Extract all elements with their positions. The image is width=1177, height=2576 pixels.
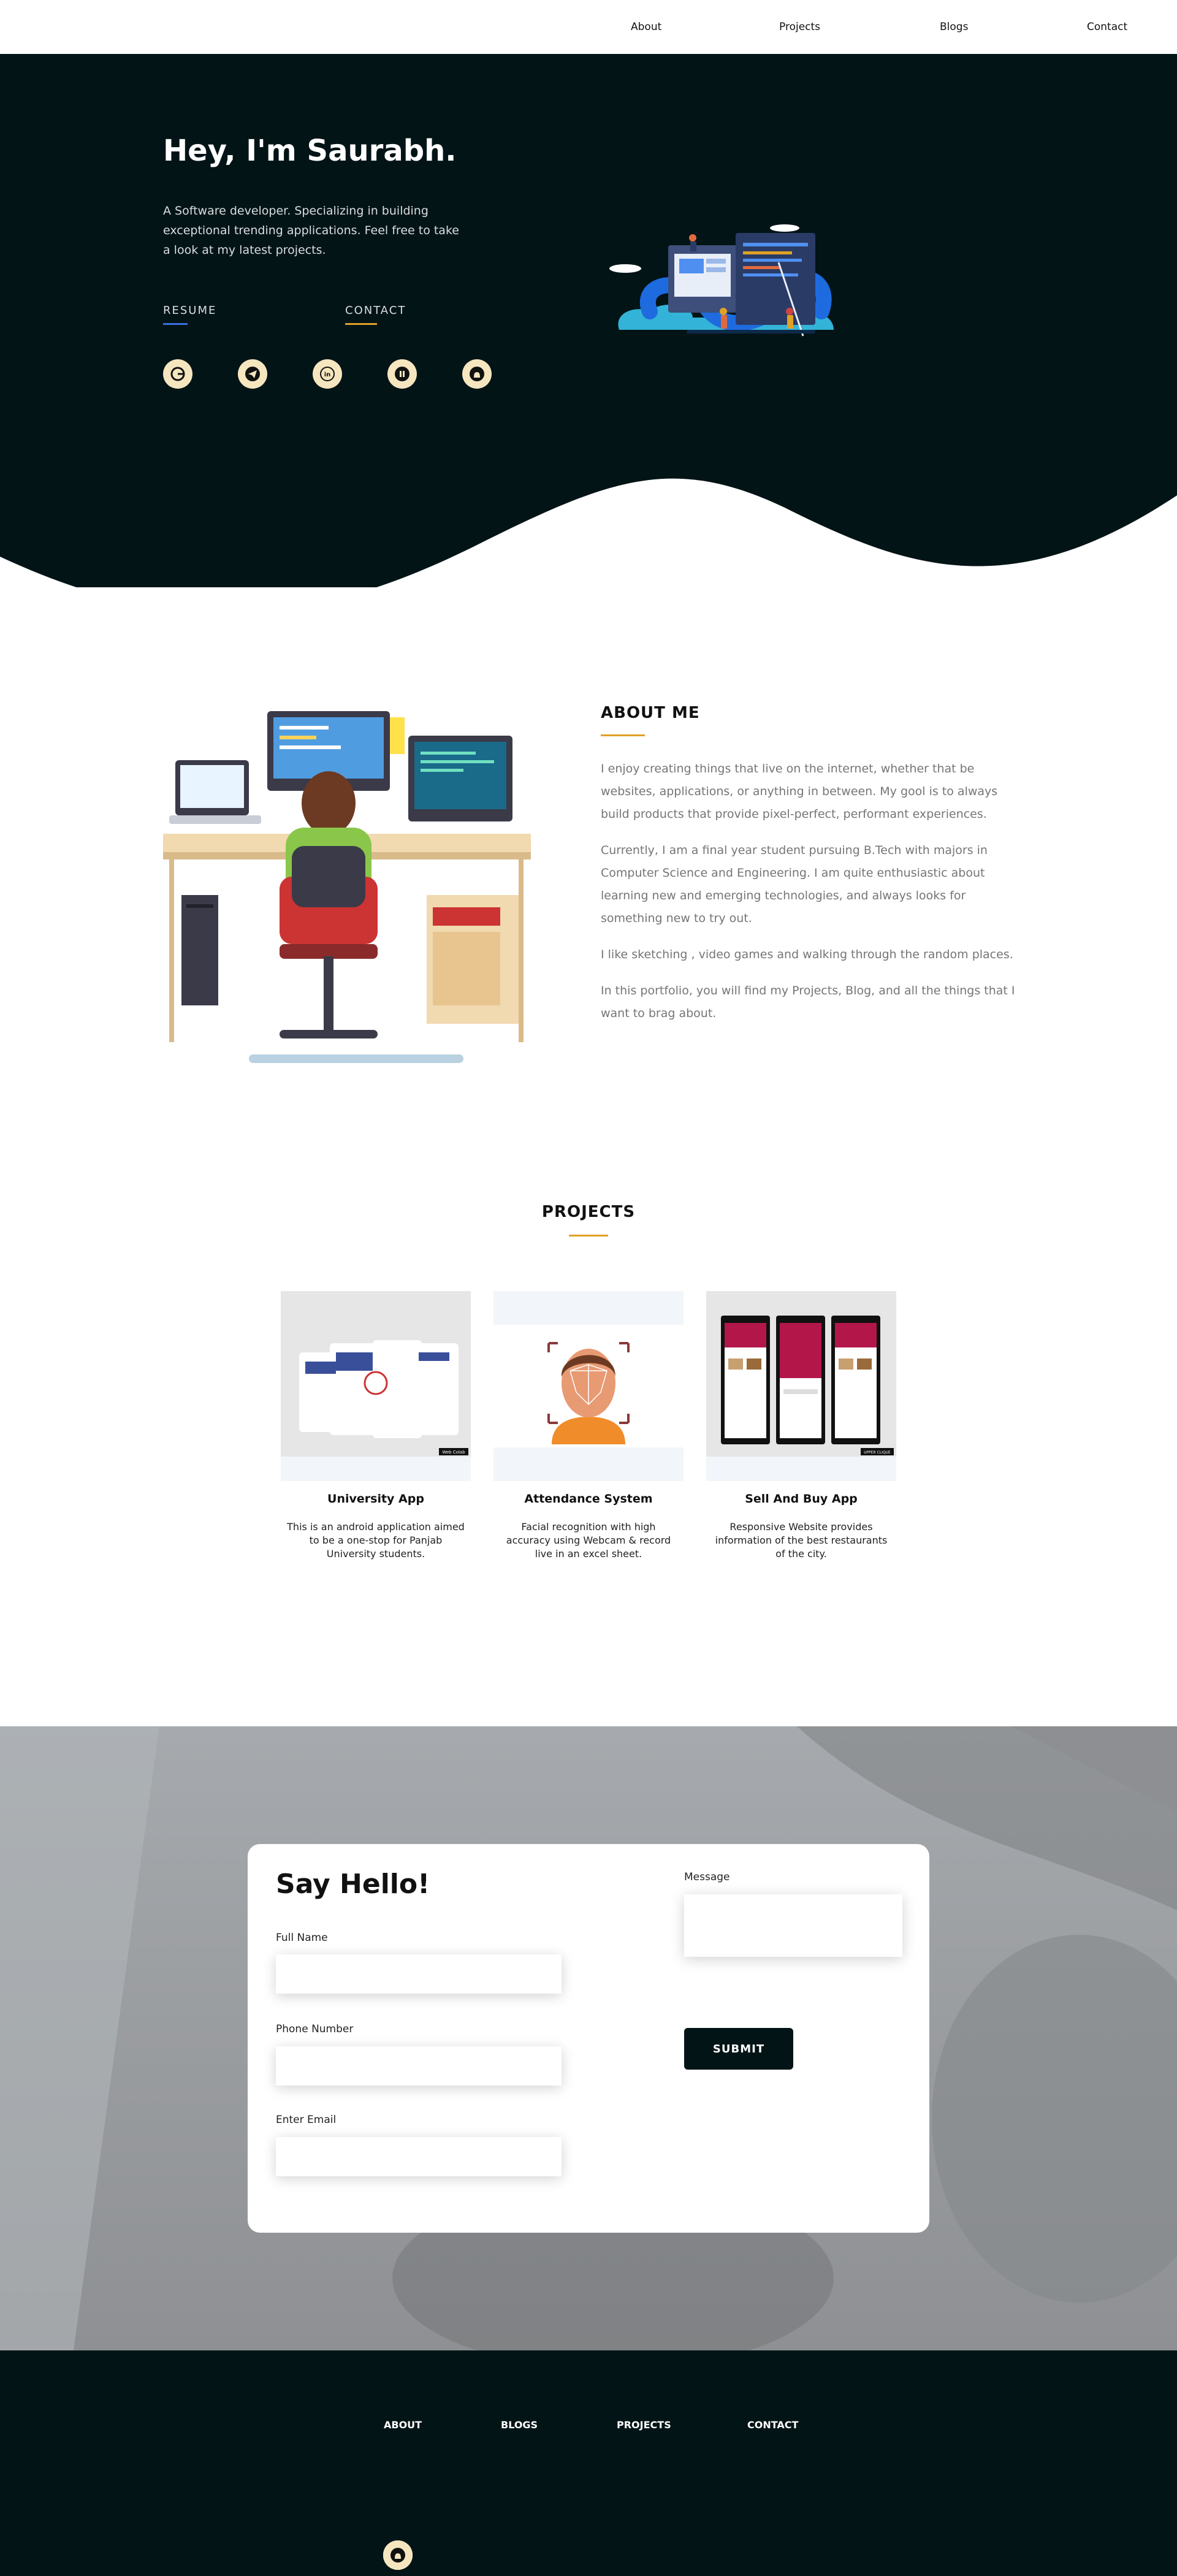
contact-underline xyxy=(345,323,377,325)
project-name: Sell And Buy App xyxy=(745,1492,858,1506)
about-paragraph: In this portfolio, you will find my Proj… xyxy=(601,984,1015,1020)
about-underline xyxy=(601,734,645,736)
nav-link-contact[interactable]: Contact xyxy=(1087,21,1127,33)
desk-illustration xyxy=(163,711,531,1063)
project-description: Responsive Website provides information … xyxy=(715,1521,888,1560)
hero-section: Hey, I'm Saurabh. A Software developer. … xyxy=(0,54,1177,667)
hashnode-icon[interactable] xyxy=(387,359,417,389)
about-title: ABOUT ME xyxy=(601,704,700,722)
project-thumbnail: UPPER CLIQUE xyxy=(706,1291,896,1481)
project-description: Facial recognition with high accuracy us… xyxy=(506,1521,671,1560)
nav-link-about[interactable]: About xyxy=(631,21,661,33)
project-thumbnail: Web Colab xyxy=(281,1291,471,1481)
about-paragraph: I enjoy creating things that live on the… xyxy=(601,762,998,821)
top-nav: About Projects Blogs Contact xyxy=(0,0,1177,54)
full-name-label: Full Name xyxy=(276,1932,328,1944)
nav-link-blogs[interactable]: Blogs xyxy=(940,21,968,33)
message-field[interactable] xyxy=(684,1894,902,1957)
resume-underline xyxy=(163,323,188,325)
nav-link-projects[interactable]: Projects xyxy=(779,21,820,33)
hero-social-row: in xyxy=(163,359,537,389)
footer: ABOUT BLOGS PROJECTS CONTACT in xyxy=(0,2350,1177,2576)
linkedin-icon[interactable]: in xyxy=(313,359,342,389)
footer-link-about[interactable]: ABOUT xyxy=(384,2419,422,2431)
about-paragraph: I like sketching , video games and walki… xyxy=(601,948,1013,961)
telegram-icon[interactable] xyxy=(238,359,267,389)
github-icon[interactable] xyxy=(462,359,492,389)
projects-title: PROJECTS xyxy=(541,1203,636,1221)
hero-description: A Software developer. Specializing in bu… xyxy=(163,204,459,257)
project-thumbnail xyxy=(493,1291,684,1481)
email-label: Enter Email xyxy=(276,2114,337,2126)
phone-number-label: Phone Number xyxy=(276,2023,354,2035)
about-text: I enjoy creating things that live on the… xyxy=(601,758,1024,1038)
submit-button[interactable]: SUBMIT xyxy=(684,2028,793,2070)
project-card-attendance-system[interactable]: Attendance System Facial recognition wit… xyxy=(493,1291,684,1561)
phone-number-field[interactable] xyxy=(276,2046,562,2086)
google-icon[interactable] xyxy=(163,359,192,389)
project-card-university-app[interactable]: Web Colab University App This is an andr… xyxy=(281,1291,471,1561)
hero-wave-divider xyxy=(0,478,1177,667)
projects-underline xyxy=(569,1235,608,1237)
project-card-sell-and-buy-app[interactable]: UPPER CLIQUE Sell And Buy App Responsive… xyxy=(706,1291,896,1561)
footer-link-contact[interactable]: CONTACT xyxy=(747,2419,798,2431)
contact-link[interactable]: CONTACT xyxy=(345,304,406,325)
github-icon[interactable] xyxy=(383,2540,413,2570)
project-tag: UPPER CLIQUE xyxy=(864,1450,891,1455)
hero-title: Hey, I'm Saurabh. xyxy=(163,134,457,168)
svg-text:in: in xyxy=(324,372,331,378)
project-description: This is an android application aimed to … xyxy=(287,1521,465,1560)
project-name: University App xyxy=(327,1492,424,1506)
full-name-field[interactable] xyxy=(276,1954,562,1994)
contact-form-card: Say Hello! Full Name Phone Number Enter … xyxy=(248,1844,929,2233)
about-paragraph: Currently, I am a final year student pur… xyxy=(601,844,988,925)
message-label: Message xyxy=(684,1871,730,1883)
email-field[interactable] xyxy=(276,2137,562,2176)
developer-illustration xyxy=(609,224,834,337)
resume-link-label: RESUME xyxy=(163,304,217,317)
contact-heading: Say Hello! xyxy=(276,1869,430,1900)
project-tag: Web Colab xyxy=(442,1450,465,1455)
resume-link[interactable]: RESUME xyxy=(163,304,216,325)
contact-link-label: CONTACT xyxy=(345,304,406,317)
project-name: Attendance System xyxy=(524,1492,653,1506)
footer-link-projects[interactable]: PROJECTS xyxy=(617,2419,671,2431)
footer-link-blogs[interactable]: BLOGS xyxy=(501,2419,538,2431)
